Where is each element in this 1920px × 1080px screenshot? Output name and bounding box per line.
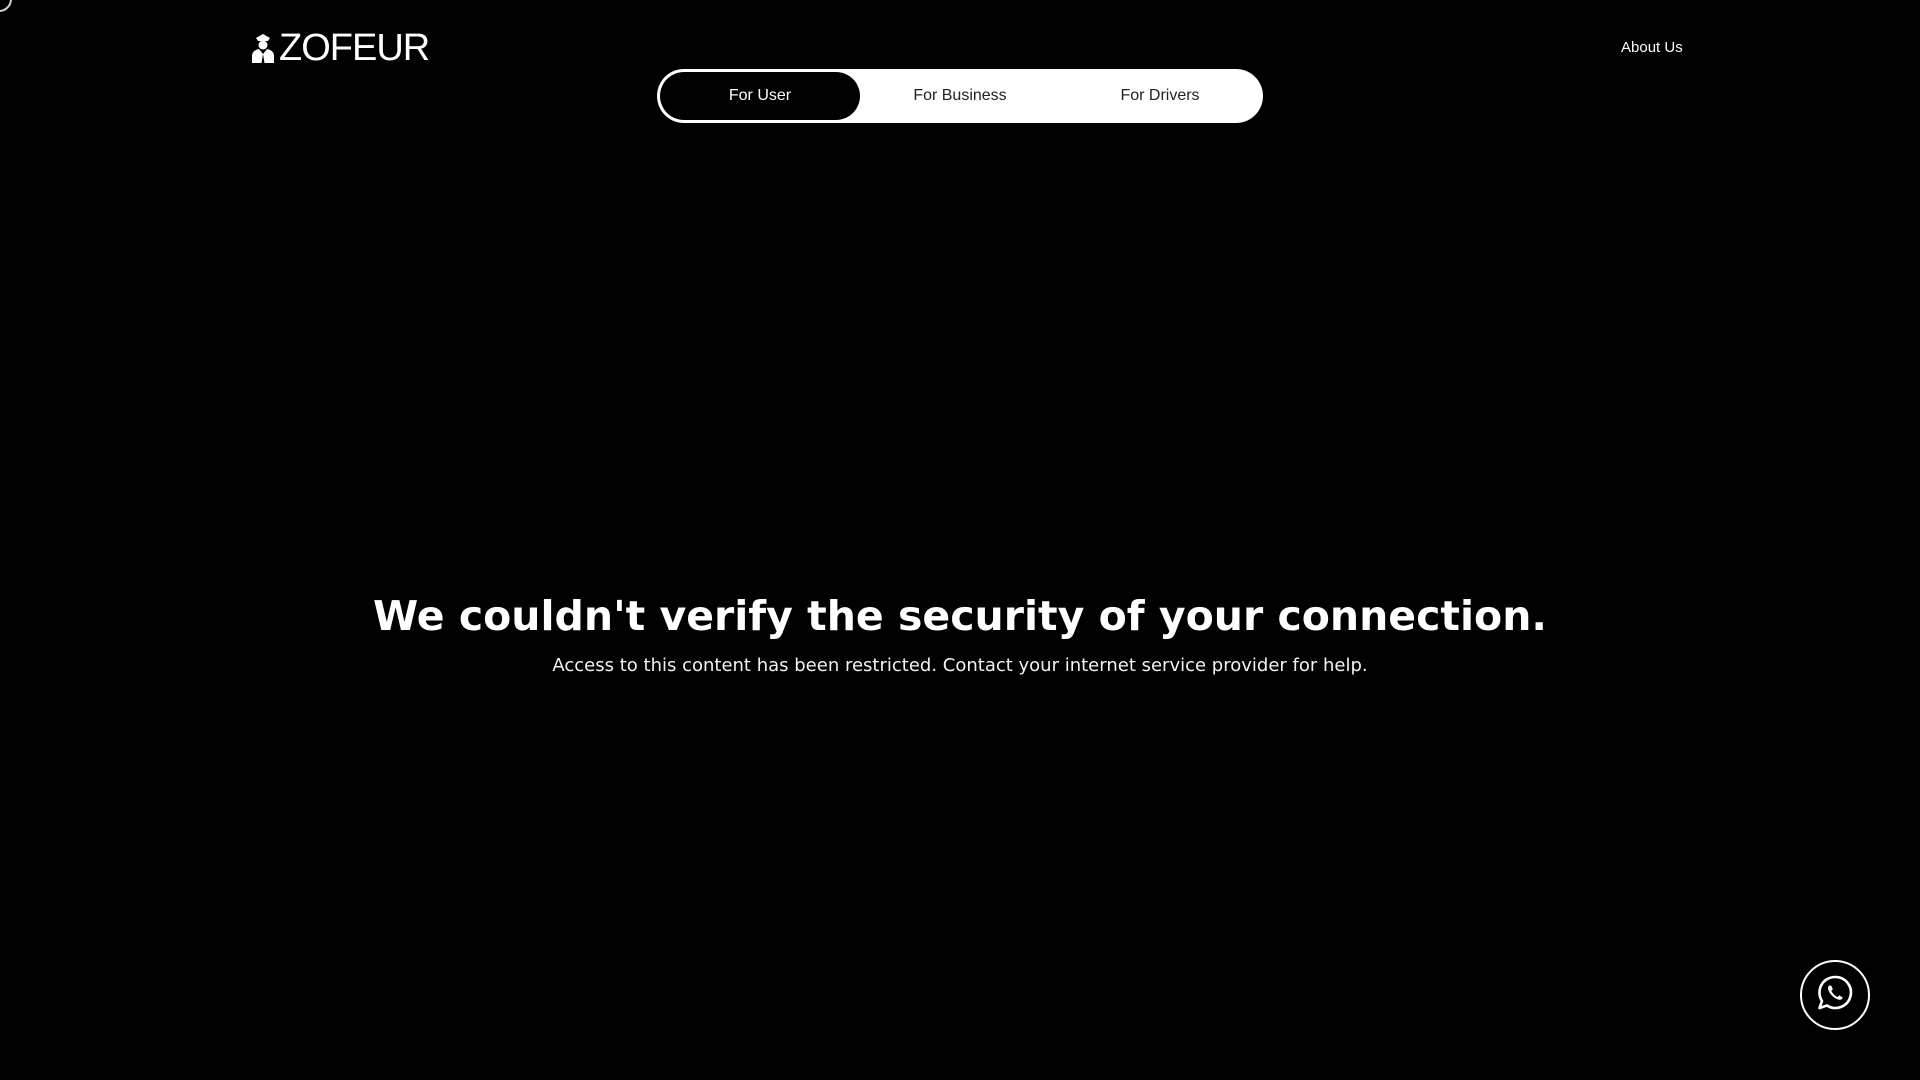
tab-for-user[interactable]: For User <box>660 72 860 120</box>
nav-about-us-link[interactable]: About Us <box>1621 38 1683 58</box>
corner-circle-icon[interactable] <box>0 0 12 12</box>
brand-logo[interactable]: ZOFEUR <box>251 27 430 69</box>
tab-for-drivers[interactable]: For Drivers <box>1060 72 1260 120</box>
chauffeur-icon <box>251 33 275 63</box>
whatsapp-icon <box>1816 974 1854 1016</box>
whatsapp-chat-button[interactable] <box>1800 960 1870 1030</box>
security-message: We couldn't verify the security of your … <box>0 588 1920 678</box>
tab-for-business[interactable]: For Business <box>860 72 1060 120</box>
error-headline: We couldn't verify the security of your … <box>372 592 1547 640</box>
audience-tab-switch: For User For Business For Drivers <box>657 69 1263 123</box>
brand-name: ZOFEUR <box>279 27 430 69</box>
page: ZOFEUR About Us For User For Business Fo… <box>0 0 1920 1080</box>
error-description: Access to this content has been restrict… <box>552 655 1368 676</box>
